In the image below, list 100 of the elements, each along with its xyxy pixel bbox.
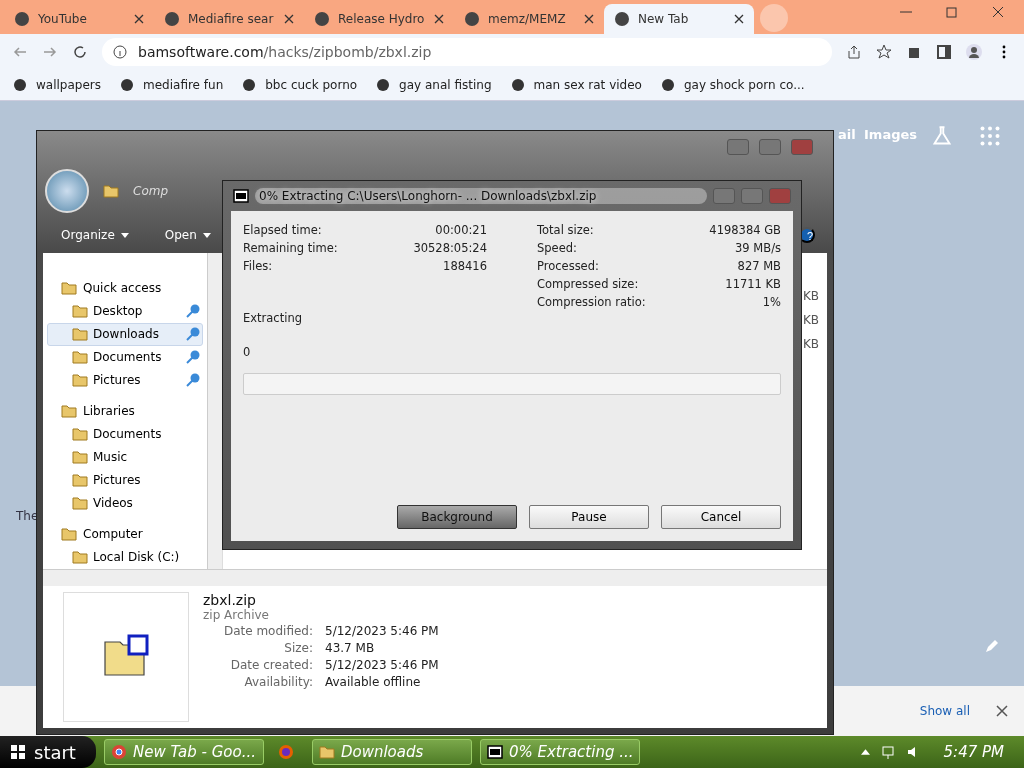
browser-tab[interactable]: Mediafire sear xyxy=(154,4,304,34)
detail-label: Availability: xyxy=(243,675,313,689)
browser-tab[interactable]: New Tab xyxy=(604,4,754,34)
browser-tab[interactable]: memz/MEMZ xyxy=(454,4,604,34)
toolbar-button[interactable]: Organize xyxy=(55,227,135,243)
stat-label: Processed: xyxy=(537,259,600,273)
dialog-button[interactable]: Background xyxy=(397,505,517,529)
detail-value: 5/12/2023 5:46 PM xyxy=(325,624,439,638)
sidebar-item[interactable]: Downloads xyxy=(47,322,203,346)
folder-icon xyxy=(72,449,88,466)
sidebar-item[interactable]: Documents xyxy=(47,422,203,446)
sidebar-group[interactable]: Computer xyxy=(47,523,203,546)
sidebar-item[interactable]: Videos xyxy=(47,492,203,515)
stat-value: 39 MB/s xyxy=(734,241,781,255)
detail-value: 43.7 MB xyxy=(325,641,376,655)
stat-label: Total size: xyxy=(537,223,595,237)
browser-tab[interactable]: YouTube xyxy=(4,4,154,34)
file-size: KB xyxy=(801,288,820,305)
file-size: KB xyxy=(801,312,820,329)
pin-icon xyxy=(186,304,200,319)
reload-icon[interactable] xyxy=(72,44,88,60)
taskbar-button[interactable]: Downloads xyxy=(311,739,472,765)
star-icon[interactable] xyxy=(876,44,892,60)
stat-value: 827 MB xyxy=(736,259,781,273)
sidebar-item[interactable]: Pictures xyxy=(47,468,203,492)
pin-icon xyxy=(186,373,200,388)
sidebar-icon[interactable] xyxy=(936,44,952,60)
dialog-button[interactable]: Cancel xyxy=(661,505,781,529)
restore-icon[interactable] xyxy=(944,4,960,20)
detail-value: 5/12/2023 5:46 PM xyxy=(325,658,439,672)
stat-label: Speed: xyxy=(537,241,578,255)
folder-icon xyxy=(72,549,88,566)
stat-value: 1% xyxy=(761,295,781,309)
folder-icon xyxy=(72,372,88,389)
share-icon[interactable] xyxy=(846,44,862,60)
toolbar-button[interactable]: Open xyxy=(158,227,217,243)
stat-value: 00:00:21 xyxy=(434,223,487,237)
pin-icon xyxy=(186,327,200,342)
folder-icon xyxy=(103,183,119,199)
folder-icon xyxy=(72,303,88,320)
clock: 5:47 PM xyxy=(943,743,1004,761)
detail-label: Size: xyxy=(283,641,313,655)
bookmark[interactable]: gay anal fisting xyxy=(375,77,492,93)
globe-icon xyxy=(375,77,392,93)
sidebar-group[interactable]: Quick access xyxy=(47,277,203,300)
tab-favicon-icon xyxy=(164,11,180,27)
close-icon[interactable] xyxy=(284,14,294,24)
bookmark[interactable]: gay shock porn co... xyxy=(659,77,805,93)
address-bar[interactable]: bamsoftware.com/hacks/zipbomb/zbxl.zip xyxy=(102,38,832,66)
sidebar-item[interactable]: Music xyxy=(47,445,203,469)
folder-icon xyxy=(318,744,335,760)
close-icon[interactable] xyxy=(994,703,1010,719)
taskbar-button[interactable]: New Tab - Goo... xyxy=(103,739,264,765)
sidebar-group[interactable]: Libraries xyxy=(47,400,203,423)
network-icon[interactable] xyxy=(879,744,896,760)
show-all-link[interactable]: Show all xyxy=(919,704,970,718)
bookmark[interactable]: wallpapers xyxy=(12,77,101,93)
file-name: zbxl.zip xyxy=(203,592,257,608)
close-icon[interactable] xyxy=(134,14,144,24)
taskbar-button[interactable]: 0% Extracting ... xyxy=(479,739,640,765)
sidebar-item[interactable]: Desktop xyxy=(47,299,203,323)
folder-icon xyxy=(61,403,77,420)
sidebar-item[interactable]: Local Disk (C:) xyxy=(47,545,203,569)
browser-tab[interactable]: Release Hydro xyxy=(304,4,454,34)
scrollbar[interactable] xyxy=(43,569,827,586)
close-icon[interactable] xyxy=(434,14,444,24)
sidebar-item[interactable]: Documents xyxy=(47,345,203,369)
scrollbar[interactable] xyxy=(207,253,222,569)
sevenzip-icon xyxy=(233,188,249,204)
close-icon[interactable] xyxy=(990,4,1006,20)
tray-arrow-icon[interactable] xyxy=(860,749,870,755)
sidebar-item[interactable]: Pictures xyxy=(47,369,203,392)
bookmark[interactable]: mediafire fun xyxy=(119,77,224,93)
back-button[interactable] xyxy=(45,169,89,213)
globe-icon xyxy=(509,77,526,93)
globe-icon xyxy=(119,77,135,93)
tab-favicon-icon xyxy=(14,11,30,27)
folder-icon xyxy=(72,495,88,512)
chrome-icon xyxy=(110,744,127,760)
detail-value: Available offline xyxy=(325,675,422,689)
globe-icon xyxy=(12,77,28,93)
folder-icon xyxy=(61,280,77,297)
globe-icon xyxy=(659,77,676,93)
breadcrumb[interactable]: Comp xyxy=(133,184,169,198)
close-icon[interactable] xyxy=(584,14,594,24)
start-button[interactable]: start xyxy=(0,736,96,768)
stat-label: Compressed size: xyxy=(537,277,640,291)
profile-icon[interactable] xyxy=(966,44,982,60)
dialog-button[interactable]: Pause xyxy=(529,505,649,529)
folder-icon xyxy=(72,349,88,366)
bookmark[interactable]: man sex rat video xyxy=(509,77,642,93)
folder-icon xyxy=(72,426,88,443)
globe-icon xyxy=(241,77,258,93)
windows-logo-icon xyxy=(10,744,26,760)
bookmark[interactable]: bbc cuck porno xyxy=(241,77,358,93)
caret-icon xyxy=(202,232,211,238)
close-icon[interactable] xyxy=(734,14,744,24)
tab-favicon-icon xyxy=(614,11,630,27)
caret-icon xyxy=(120,232,129,238)
info-icon xyxy=(112,44,128,60)
